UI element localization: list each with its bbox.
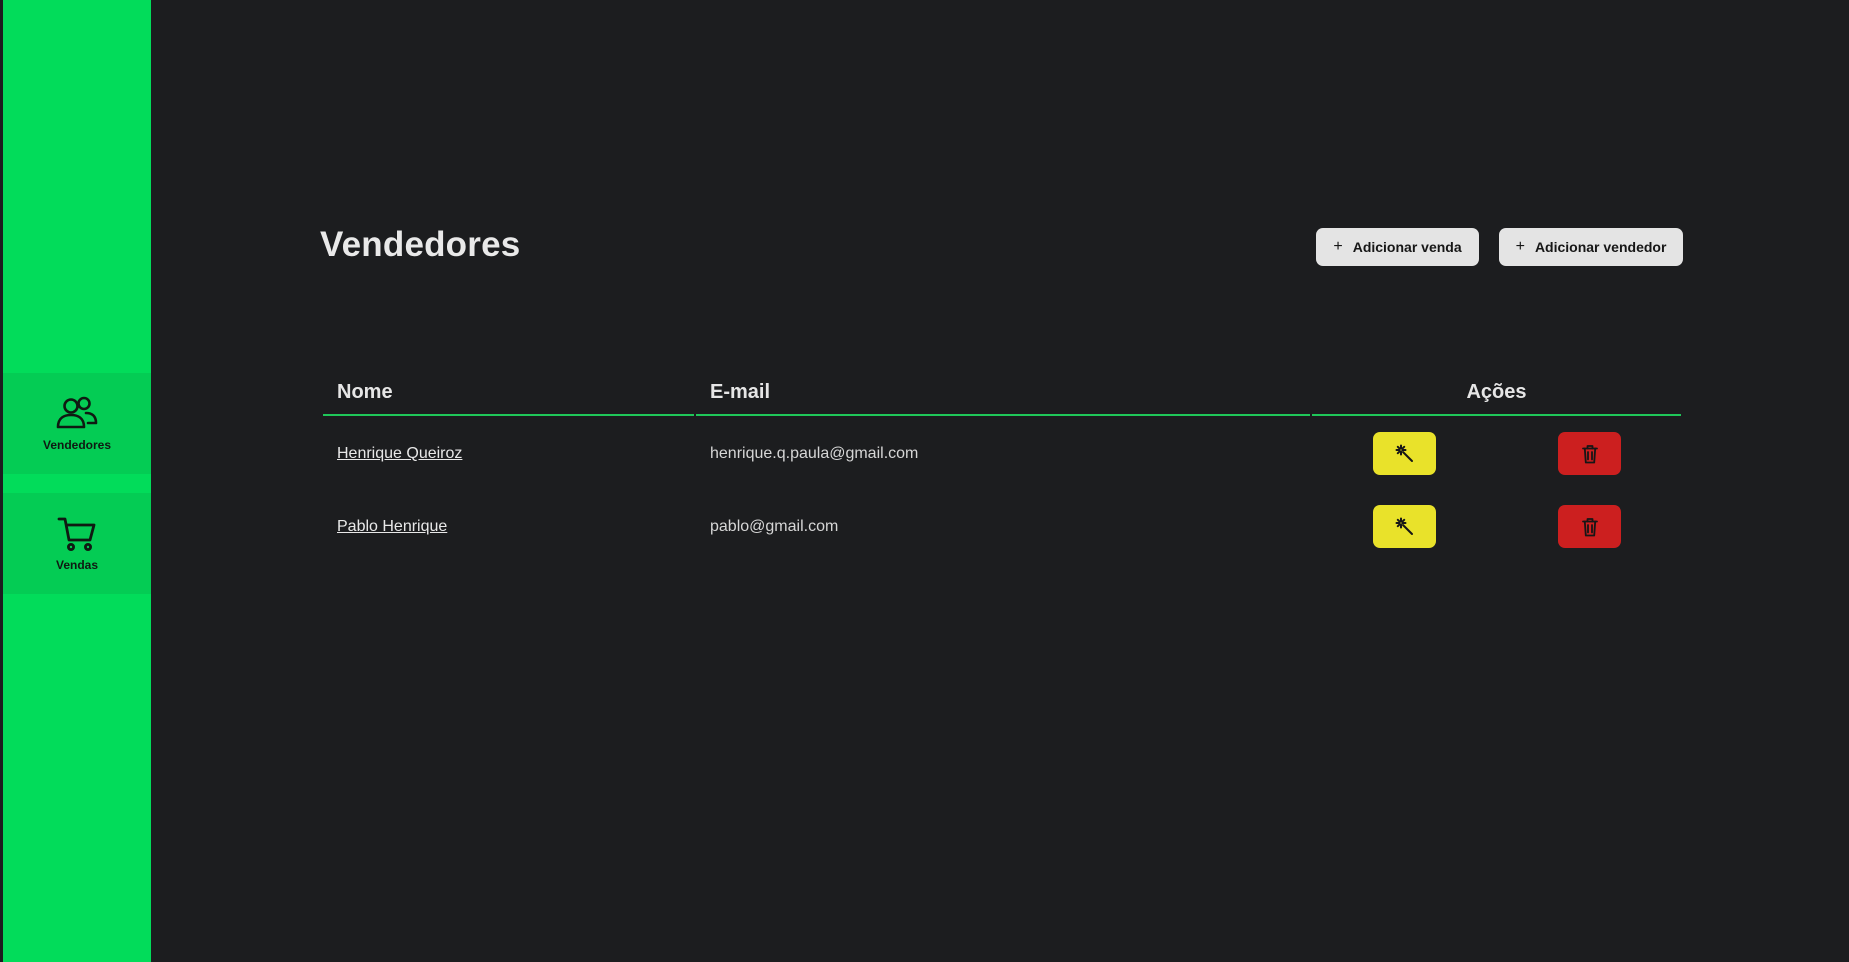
delete-button[interactable] bbox=[1558, 505, 1621, 548]
users-icon bbox=[56, 396, 98, 428]
trash-icon bbox=[1581, 517, 1598, 536]
magic-wand-icon bbox=[1395, 517, 1413, 535]
seller-email: pablo@gmail.com bbox=[710, 518, 839, 535]
seller-name-link[interactable]: Henrique Queiroz bbox=[337, 432, 462, 476]
sidebar-item-vendas[interactable]: Vendas bbox=[3, 493, 151, 594]
table-row: Henrique Queiroz henrique.q.paula@gmail.… bbox=[323, 432, 1681, 476]
trash-icon bbox=[1581, 444, 1598, 463]
sidebar-item-vendedores[interactable]: Vendedores bbox=[3, 373, 151, 474]
sidebar-item-label: Vendas bbox=[55, 557, 99, 572]
add-sale-button[interactable]: + Adicionar venda bbox=[1316, 228, 1479, 266]
column-header-email: E-mail bbox=[696, 370, 1310, 416]
add-seller-label: Adicionar vendedor bbox=[1534, 239, 1667, 255]
magic-wand-icon bbox=[1395, 444, 1413, 462]
plus-icon: + bbox=[1333, 238, 1343, 255]
column-header-nome: Nome bbox=[323, 370, 694, 416]
page-title: Vendedores bbox=[320, 225, 521, 264]
edit-button[interactable] bbox=[1373, 432, 1436, 475]
sidebar: Vendedores Vendas bbox=[3, 0, 151, 962]
column-header-acoes: Ações bbox=[1312, 370, 1681, 416]
add-sale-label: Adicionar venda bbox=[1352, 239, 1462, 255]
edit-button[interactable] bbox=[1373, 505, 1436, 548]
seller-name-link[interactable]: Pablo Henrique bbox=[337, 505, 447, 549]
cart-icon bbox=[57, 517, 96, 551]
app-root: Vendedores Vendas Vendedores + Adicionar… bbox=[0, 0, 1849, 962]
seller-email: henrique.q.paula@gmail.com bbox=[710, 445, 919, 462]
delete-button[interactable] bbox=[1558, 432, 1621, 475]
table-row: Pablo Henrique pablo@gmail.com bbox=[323, 505, 1681, 549]
add-seller-button[interactable]: + Adicionar vendedor bbox=[1499, 228, 1683, 266]
plus-icon: + bbox=[1515, 238, 1525, 255]
sidebar-item-label: Vendedores bbox=[42, 437, 112, 452]
